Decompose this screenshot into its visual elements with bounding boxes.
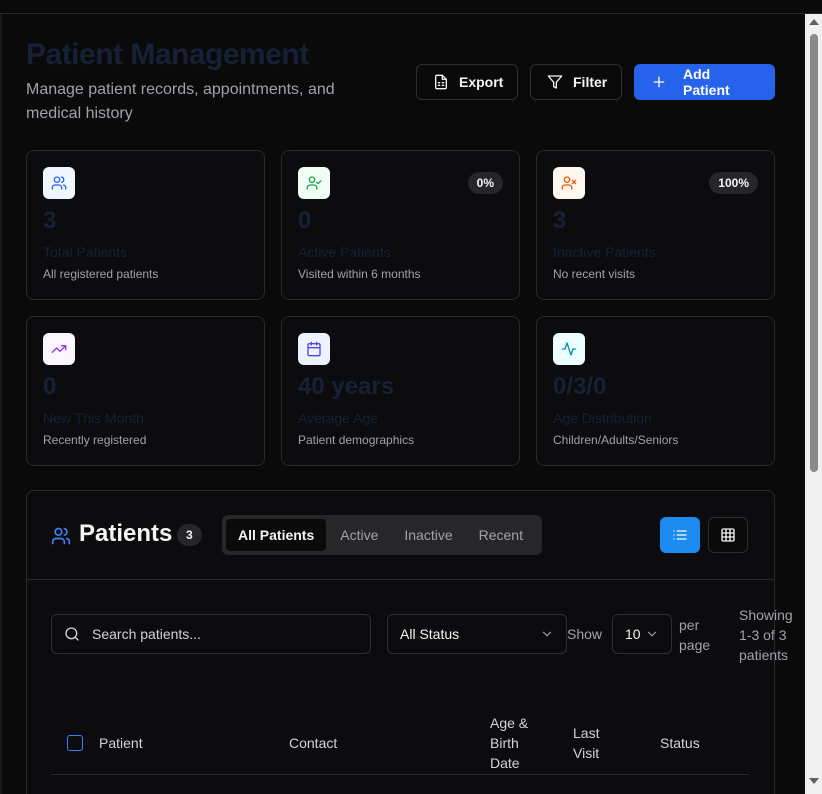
stat-desc: All registered patients <box>43 267 159 281</box>
column-header-last-visit[interactable]: Last Visit <box>573 723 613 763</box>
search-input[interactable] <box>92 626 352 642</box>
stat-card-inactive: 100% 3 Inactive Patients No recent visit… <box>536 150 775 300</box>
filter-icon <box>547 75 563 89</box>
column-header-status[interactable]: Status <box>660 733 700 753</box>
stat-label: Active Patients <box>298 244 391 260</box>
activity-icon <box>553 333 585 365</box>
stat-desc: Visited within 6 months <box>298 267 421 281</box>
status-filter-select[interactable]: All Status <box>387 614 567 654</box>
stat-card-distribution: 0/3/0 Age Distribution Children/Adults/S… <box>536 316 775 466</box>
stat-desc: No recent visits <box>553 267 636 281</box>
patient-count-badge: 3 <box>177 524 202 546</box>
users-icon <box>43 167 75 199</box>
scroll-up-arrow-icon[interactable] <box>809 19 819 25</box>
stat-value: 40 years <box>298 373 395 400</box>
file-spreadsheet-icon <box>435 74 447 90</box>
stat-label: New This Month <box>43 410 144 426</box>
panel-title: Patients <box>79 520 173 547</box>
tab-recent[interactable]: Recent <box>467 519 535 551</box>
column-header-age[interactable]: Age & Birth Date <box>490 713 540 773</box>
per-page-select[interactable]: 10 <box>612 614 672 654</box>
patient-tabs: All Patients Active Inactive Recent <box>222 515 542 555</box>
filter-button[interactable]: Filter <box>530 64 622 100</box>
table-header: Patient Contact Age & Birth Date Last Vi… <box>51 713 749 775</box>
status-select-value: All Status <box>400 626 460 642</box>
stat-label: Total Patients <box>43 244 128 260</box>
stat-desc: Patient demographics <box>298 433 415 447</box>
show-label: Show <box>567 626 603 642</box>
trending-up-icon <box>43 333 75 365</box>
stat-card-active: 0% 0 Active Patients Visited within 6 mo… <box>281 150 520 300</box>
status-badge: 0% <box>467 172 503 194</box>
add-patient-label: Add Patient <box>683 66 730 98</box>
main-content: Patient Management Manage patient record… <box>2 14 805 794</box>
chevron-down-icon <box>647 631 657 637</box>
stat-card-age: 40 years Average Age Patient demographic… <box>281 316 520 466</box>
column-header-patient[interactable]: Patient <box>99 733 143 753</box>
stat-value: 0 <box>43 373 57 400</box>
stat-desc: Children/Adults/Seniors <box>553 433 679 447</box>
user-check-icon <box>298 167 330 199</box>
filter-label: Filter <box>573 74 608 90</box>
search-icon <box>65 627 79 641</box>
page-title: Patient Management <box>26 38 309 71</box>
stat-label: Age Distribution <box>553 410 652 426</box>
stat-desc: Recently registered <box>43 433 147 447</box>
export-label: Export <box>459 74 504 90</box>
stat-label: Inactive Patients <box>553 244 656 260</box>
grid-icon <box>721 528 735 542</box>
patients-panel: Patients 3 All Patients Active Inactive … <box>26 490 793 794</box>
showing-count: Showing 1-3 of 3 patients <box>739 607 793 663</box>
tab-active[interactable]: Active <box>328 519 390 551</box>
list-icon <box>673 530 687 540</box>
per-page-label: per page <box>679 617 711 653</box>
window-top-border <box>0 0 822 14</box>
tab-all-patients[interactable]: All Patients <box>226 519 327 551</box>
stat-value: 0 <box>298 207 312 234</box>
stat-card-total: 3 Total Patients All registered patients <box>26 150 265 300</box>
panel-divider <box>27 579 774 580</box>
stat-value: 0/3/0 <box>553 373 607 400</box>
stat-card-new: 0 New This Month Recently registered <box>26 316 265 466</box>
column-header-contact[interactable]: Contact <box>289 733 337 753</box>
per-page-value: 10 <box>625 626 641 642</box>
scroll-down-arrow-icon[interactable] <box>809 778 819 784</box>
status-badge: 100% <box>709 172 758 194</box>
search-box[interactable] <box>51 614 371 654</box>
stat-value: 3 <box>43 207 57 234</box>
user-x-icon <box>553 167 585 199</box>
stat-label: Average Age <box>298 410 378 426</box>
grid-view-button[interactable] <box>708 517 748 553</box>
list-view-button[interactable] <box>660 517 700 553</box>
stat-value: 3 <box>553 207 567 234</box>
tab-inactive[interactable]: Inactive <box>392 519 464 551</box>
scrollbar-thumb[interactable] <box>810 34 818 472</box>
add-patient-button[interactable]: Add Patient <box>634 64 775 100</box>
plus-icon <box>653 76 665 88</box>
page-scrollbar[interactable] <box>805 14 822 794</box>
export-button[interactable]: Export <box>416 64 518 100</box>
calendar-icon <box>298 333 330 365</box>
page-subtitle: Manage patient records, appointments, an… <box>26 81 335 122</box>
chevron-down-icon <box>542 631 552 637</box>
users-icon <box>51 527 71 545</box>
select-all-checkbox[interactable] <box>67 735 83 751</box>
